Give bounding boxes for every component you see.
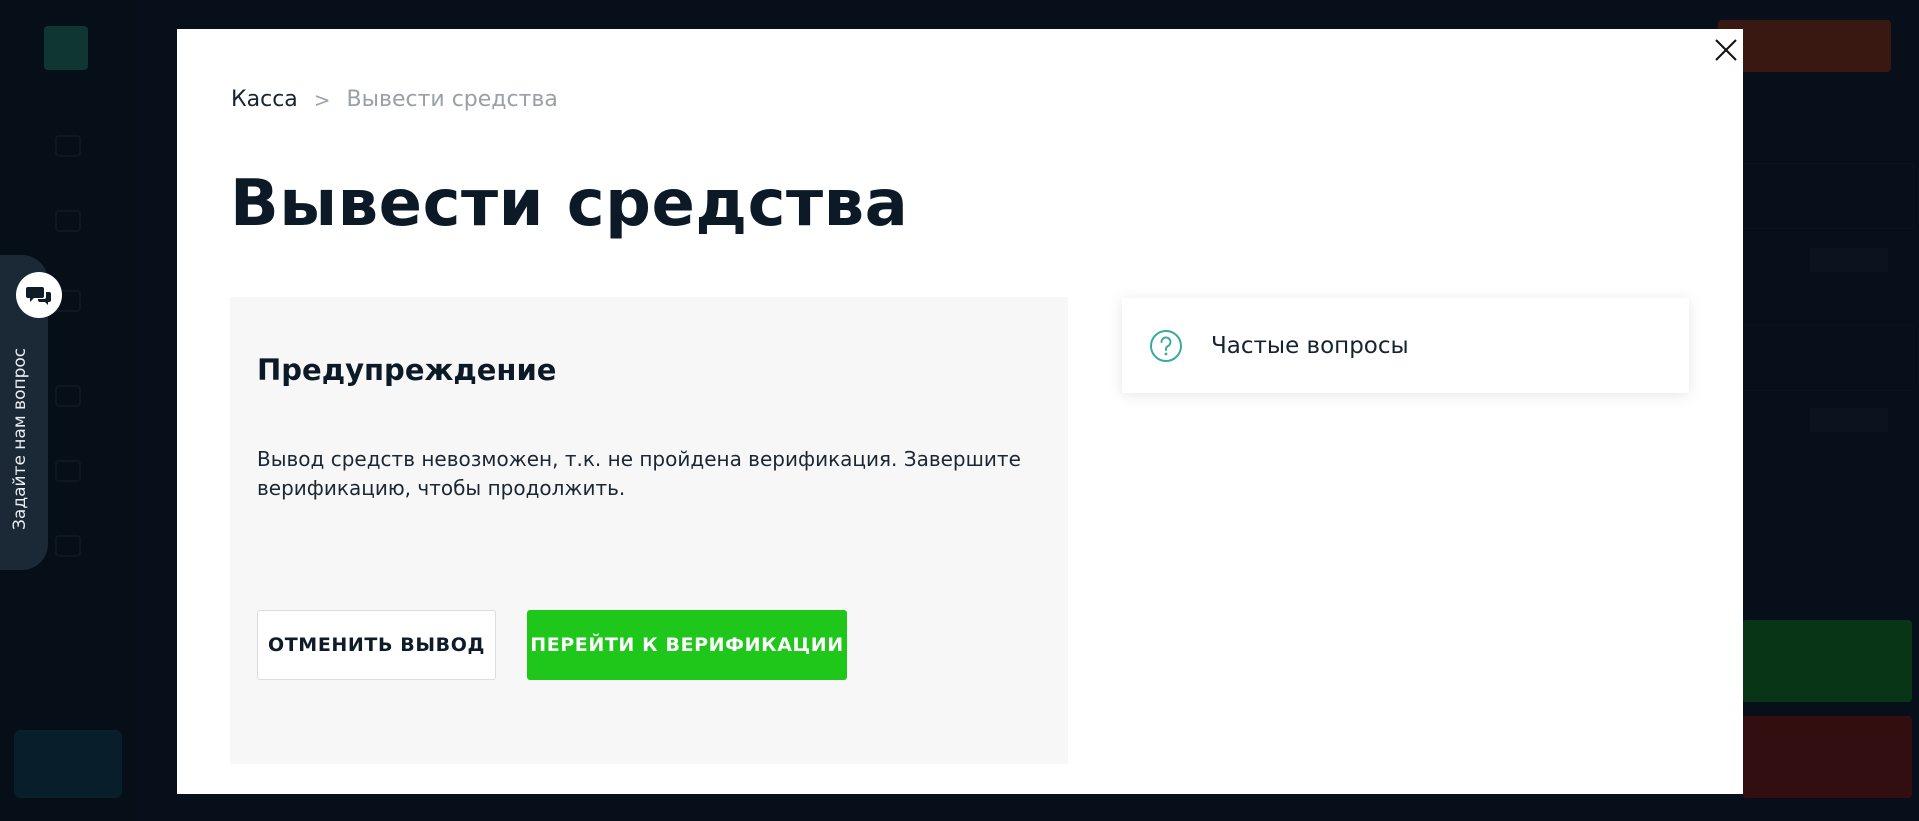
breadcrumb-separator: > — [313, 87, 331, 112]
breadcrumb-current: Вывести средства — [346, 87, 558, 112]
close-icon[interactable] — [1712, 36, 1740, 64]
warning-title: Предупреждение — [257, 353, 557, 387]
faq-label: Частые вопросы — [1211, 332, 1409, 359]
warning-message: Вывод средств невозможен, т.к. не пройде… — [257, 447, 1021, 500]
warning-card: Предупреждение Вывод средств невозможен,… — [230, 297, 1068, 764]
page-title: Вывести средства — [230, 167, 909, 241]
ask-question-label[interactable]: Задайте нам вопрос — [10, 340, 30, 530]
breadcrumb-cashier-link[interactable]: Касса — [231, 87, 298, 112]
breadcrumb: Касса > Вывести средства — [231, 87, 558, 112]
question-circle-icon — [1150, 329, 1182, 362]
go-to-verification-button[interactable]: ПЕРЕЙТИ К ВЕРИФИКАЦИИ — [527, 610, 847, 680]
faq-link[interactable]: Частые вопросы — [1122, 298, 1689, 393]
chat-bubbles-icon[interactable] — [16, 272, 62, 318]
cancel-withdrawal-button[interactable]: ОТМЕНИТЬ ВЫВОД — [257, 610, 496, 680]
withdraw-modal: Касса > Вывести средства Вывести средств… — [177, 29, 1743, 794]
